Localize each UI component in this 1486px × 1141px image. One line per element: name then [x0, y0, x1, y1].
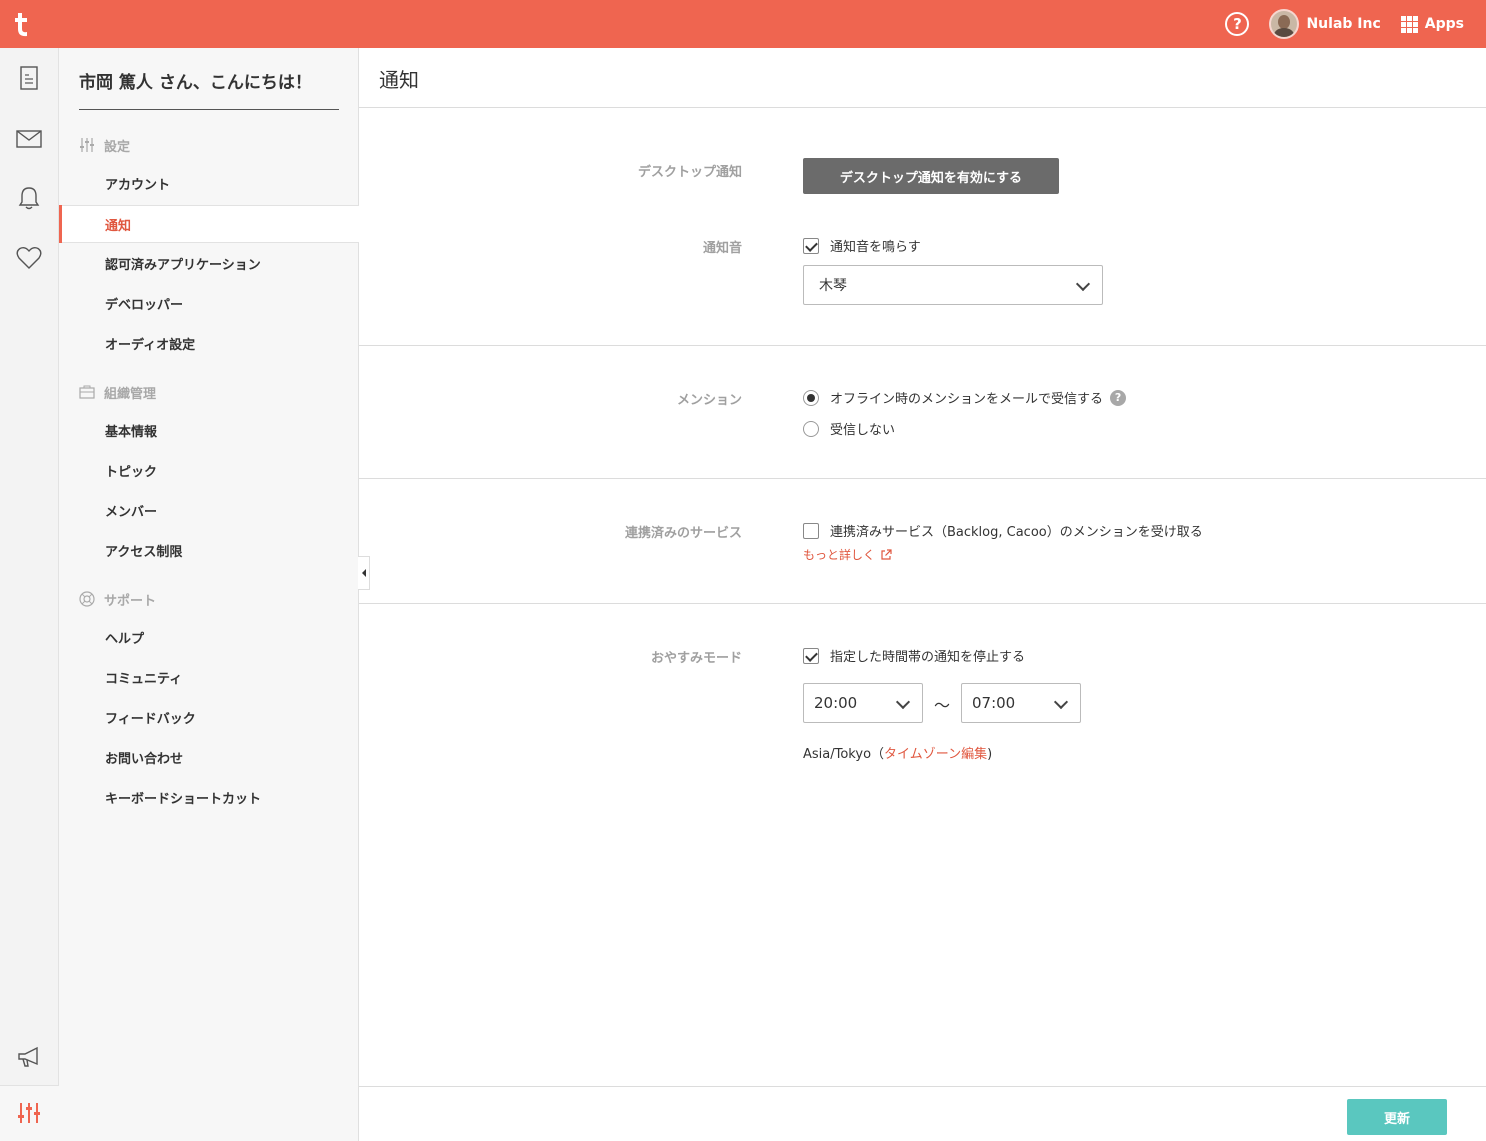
sidebar-item-developer[interactable]: デベロッパー	[59, 284, 359, 322]
time-range-separator: 〜	[934, 696, 951, 715]
sleep-mode-checkbox[interactable]	[803, 647, 819, 664]
edit-timezone-link[interactable]: タイムゾーン編集	[884, 747, 987, 762]
page-title: 通知	[379, 68, 419, 92]
sleep-to-select[interactable]: 07:00	[961, 683, 1081, 723]
org-name[interactable]: Nulab Inc	[1306, 16, 1380, 32]
sidebar-item-help[interactable]: ヘルプ	[59, 618, 359, 656]
question-icon[interactable]: ?	[1110, 389, 1127, 406]
sound-checkbox-row[interactable]: 通知音を鳴らす	[803, 236, 921, 255]
linked-services-checkbox-row[interactable]: 連携済みサービス（Backlog, Cacoo）のメンションを受け取る	[803, 521, 1203, 540]
footer-bar	[359, 1086, 1486, 1141]
section-title: 設定	[104, 139, 131, 155]
sidebar-item-access-control[interactable]: アクセス制限	[59, 531, 359, 569]
timezone-value: Asia/Tokyo	[803, 747, 872, 762]
settings-sliders-icon[interactable]	[15, 1099, 43, 1127]
learn-more-link[interactable]: もっと詳しく	[803, 546, 892, 563]
desktop-notification-label: デスクトップ通知	[637, 165, 742, 180]
sidebar-item-audio-settings[interactable]: オーディオ設定	[59, 324, 359, 362]
learn-more-label: もっと詳しく	[803, 548, 876, 562]
section-settings: 設定	[79, 135, 130, 155]
sidebar-item-keyboard-shortcuts[interactable]: キーボードショートカット	[59, 778, 359, 816]
mention-none-label: 受信しない	[830, 423, 896, 438]
section-title: サポート	[104, 593, 157, 609]
sleep-mode-checkbox-label: 指定した時間帯の通知を停止する	[830, 650, 1026, 665]
rail-settings-area	[0, 1085, 59, 1141]
apps-button[interactable]: Apps	[1425, 16, 1464, 32]
sound-checkbox[interactable]	[803, 237, 819, 254]
sidebar-item-authorized-apps[interactable]: 認可済みアプリケーション	[59, 244, 359, 282]
settings-sidebar: 市岡 篤人 さん、こんにちは！ 設定 アカウント 通知 認可済みアプリケーション…	[59, 48, 359, 1141]
mention-option-none[interactable]: 受信しない	[803, 419, 895, 438]
chevron-down-icon	[1075, 276, 1091, 292]
mention-label: メンション	[676, 393, 742, 408]
mail-icon[interactable]	[15, 125, 43, 153]
help-icon[interactable]: ?	[1225, 12, 1250, 36]
sidebar-item-contact[interactable]: お問い合わせ	[59, 738, 359, 776]
briefcase-icon	[79, 385, 95, 399]
sidebar-item-community[interactable]: コミュニティ	[59, 658, 359, 696]
update-button[interactable]: 更新	[1347, 1099, 1447, 1135]
mention-email-radio[interactable]	[803, 389, 819, 406]
heart-icon[interactable]	[15, 244, 43, 272]
sound-select[interactable]: 木琴	[803, 265, 1103, 305]
sidebar-item-members[interactable]: メンバー	[59, 491, 359, 529]
greeting: 市岡 篤人 さん、こんにちは！	[79, 68, 339, 110]
megaphone-icon[interactable]	[15, 1043, 43, 1071]
timezone-paren-open: （	[871, 747, 885, 762]
sound-select-value: 木琴	[819, 278, 847, 294]
sidebar-item-account[interactable]: アカウント	[59, 164, 359, 202]
typetalk-logo-icon[interactable]	[10, 10, 32, 38]
divider	[359, 478, 1486, 479]
sleep-from-select[interactable]: 20:00	[803, 683, 923, 723]
mention-option-email[interactable]: オフライン時のメンションをメールで受信する ?	[803, 388, 1127, 407]
apps-grid-icon[interactable]	[1400, 15, 1418, 33]
section-title: 組織管理	[104, 386, 157, 402]
divider	[359, 107, 1486, 108]
mention-email-label: オフライン時のメンションをメールで受信する	[830, 392, 1104, 407]
sleep-from-value: 20:00	[814, 694, 858, 712]
lifebuoy-icon	[79, 591, 95, 607]
linked-services-label: 連携済みのサービス	[624, 526, 742, 541]
top-header: ? Nulab Inc Apps	[0, 0, 1486, 48]
enable-desktop-notification-button[interactable]: デスクトップ通知を有効にする	[803, 158, 1059, 194]
linked-services-checkbox[interactable]	[803, 522, 819, 539]
avatar[interactable]	[1269, 9, 1300, 39]
sidebar-item-topics[interactable]: トピック	[59, 451, 359, 489]
sidebar-collapse-toggle[interactable]	[358, 556, 370, 590]
sidebar-item-notifications[interactable]: 通知	[59, 205, 359, 243]
bell-icon[interactable]	[15, 184, 43, 212]
sound-label: 通知音	[702, 241, 742, 256]
sleep-mode-label: おやすみモード	[650, 651, 742, 666]
sidebar-item-feedback[interactable]: フィードバック	[59, 698, 359, 736]
sleep-mode-checkbox-row[interactable]: 指定した時間帯の通知を停止する	[803, 646, 1025, 665]
icon-rail	[0, 48, 59, 1141]
section-support: サポート	[79, 589, 156, 609]
chevron-down-icon	[1053, 694, 1069, 710]
timezone-text: Asia/Tokyo（タイムゾーン編集)	[803, 743, 992, 762]
sidebar-item-basic-info[interactable]: 基本情報	[59, 411, 359, 449]
sliders-icon	[80, 138, 94, 152]
timezone-paren-close: )	[987, 747, 993, 762]
linked-services-checkbox-label: 連携済みサービス（Backlog, Cacoo）のメンションを受け取る	[830, 525, 1203, 540]
sleep-to-value: 07:00	[972, 694, 1016, 712]
divider	[359, 345, 1486, 346]
sound-checkbox-label: 通知音を鳴らす	[830, 240, 921, 255]
external-link-icon	[881, 548, 892, 560]
chevron-down-icon	[895, 694, 911, 710]
section-organization: 組織管理	[79, 382, 156, 402]
divider	[359, 603, 1486, 604]
document-icon[interactable]	[15, 64, 43, 92]
mention-none-radio[interactable]	[803, 420, 819, 437]
